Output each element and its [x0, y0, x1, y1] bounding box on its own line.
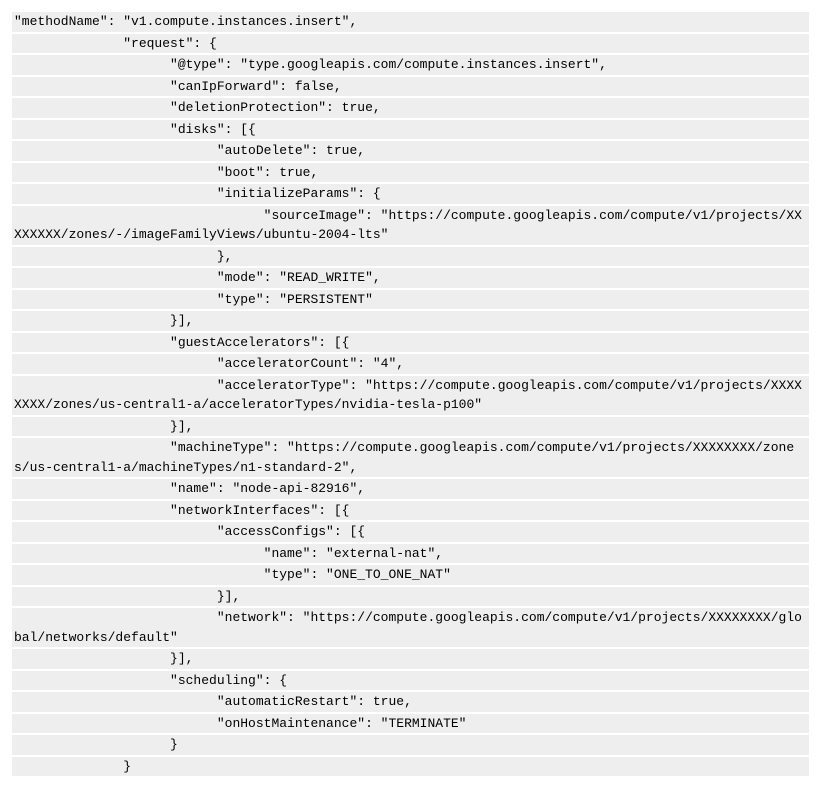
code-line: "acceleratorCount": "4", — [12, 354, 809, 374]
code-line: "autoDelete": true, — [12, 141, 809, 161]
code-line: "type": "ONE_TO_ONE_NAT" — [12, 565, 809, 585]
code-line: "acceleratorType": "https://compute.goog… — [12, 376, 809, 415]
code-line: "onHostMaintenance": "TERMINATE" — [12, 714, 809, 734]
code-line: "network": "https://compute.googleapis.c… — [12, 608, 809, 647]
code-line: "machineType": "https://compute.googleap… — [12, 438, 809, 477]
code-line: "name": "external-nat", — [12, 544, 809, 564]
code-line: "sourceImage": "https://compute.googleap… — [12, 206, 809, 245]
code-block: "methodName": "v1.compute.instances.inse… — [12, 12, 809, 776]
code-line: "request": { — [12, 34, 809, 54]
code-line: "deletionProtection": true, — [12, 98, 809, 118]
code-line: "name": "node-api-82916", — [12, 479, 809, 499]
code-line: "initializeParams": { — [12, 184, 809, 204]
code-line: }, — [12, 247, 809, 267]
code-line: }], — [12, 417, 809, 437]
code-line: "disks": [{ — [12, 120, 809, 140]
code-line: "type": "PERSISTENT" — [12, 290, 809, 310]
code-line: }], — [12, 649, 809, 669]
code-line: "canIpForward": false, — [12, 77, 809, 97]
code-line: } — [12, 757, 809, 777]
code-line: "scheduling": { — [12, 671, 809, 691]
code-line: }], — [12, 587, 809, 607]
code-line: "boot": true, — [12, 163, 809, 183]
code-line: "accessConfigs": [{ — [12, 522, 809, 542]
code-line: "@type": "type.googleapis.com/compute.in… — [12, 55, 809, 75]
code-line: "automaticRestart": true, — [12, 692, 809, 712]
code-line: "mode": "READ_WRITE", — [12, 268, 809, 288]
code-line: "methodName": "v1.compute.instances.inse… — [12, 12, 809, 32]
code-line: }], — [12, 311, 809, 331]
code-line: } — [12, 735, 809, 755]
code-line: "networkInterfaces": [{ — [12, 501, 809, 521]
code-line: "guestAccelerators": [{ — [12, 333, 809, 353]
